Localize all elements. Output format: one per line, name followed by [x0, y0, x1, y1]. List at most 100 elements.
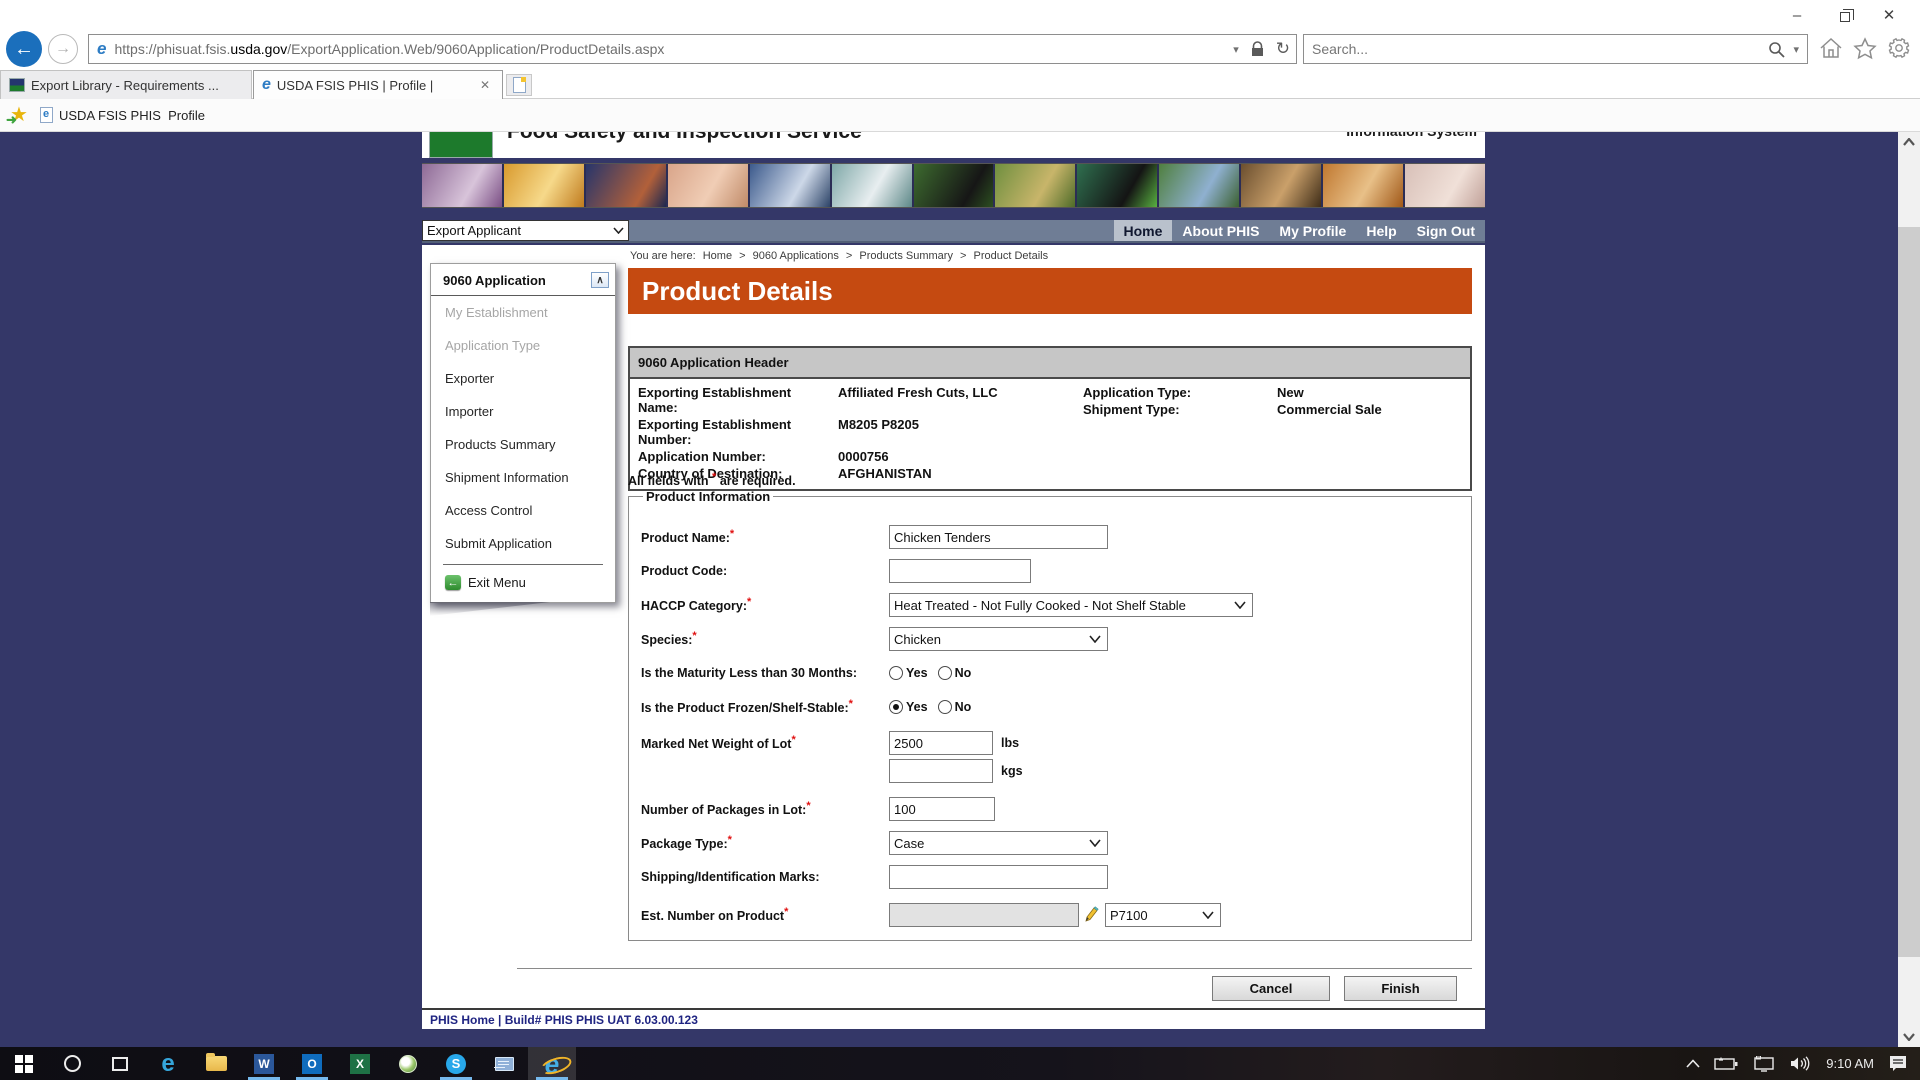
ie-favicon: e: [262, 76, 271, 94]
breadcrumb-9060-applications[interactable]: 9060 Applications: [753, 250, 839, 262]
edit-pencil-icon[interactable]: [1083, 906, 1099, 924]
usda-logo: [429, 132, 493, 158]
breadcrumb-current: Product Details: [974, 250, 1049, 262]
favorites-star-icon[interactable]: [1852, 36, 1878, 60]
product-information-fieldset: Product Information Product Name:* Produ…: [628, 489, 1472, 941]
close-button[interactable]: ✕: [1866, 2, 1912, 28]
photo-tile: [422, 164, 502, 207]
product-name-input[interactable]: [889, 525, 1108, 549]
chevron-down-icon: [1234, 601, 1246, 609]
network-icon[interactable]: [1752, 1056, 1776, 1072]
breadcrumb-home[interactable]: Home: [703, 250, 732, 262]
est-number-input: [889, 903, 1079, 927]
sidebar-item-importer[interactable]: Importer: [431, 395, 615, 428]
role-select[interactable]: Export Applicant: [422, 220, 629, 241]
package-type-row: Package Type:* Case: [641, 830, 1459, 856]
fieldset-legend: Product Information: [643, 489, 773, 504]
application-header-box: 9060 Application Header Exporting Establ…: [628, 346, 1472, 491]
tab-export-library[interactable]: Export Library - Requirements ...: [0, 70, 252, 99]
breadcrumb-products-summary[interactable]: Products Summary: [859, 250, 953, 262]
packages-row: Number of Packages in Lot:*: [641, 796, 1459, 822]
battery-icon[interactable]: [1714, 1057, 1738, 1071]
task-view-button[interactable]: [96, 1047, 144, 1080]
search-icon[interactable]: [1768, 41, 1785, 58]
volume-icon[interactable]: [1790, 1056, 1812, 1071]
clock[interactable]: 9:10 AM: [1826, 1056, 1874, 1071]
console-app-button[interactable]: [480, 1047, 528, 1080]
species-select[interactable]: Chicken: [889, 627, 1108, 651]
ie-page-icon: e: [97, 39, 106, 59]
home-icon[interactable]: [1818, 36, 1844, 60]
nav-item-about-phis[interactable]: About PHIS: [1172, 220, 1269, 241]
address-bar[interactable]: e https://phisuat.fsis.usda.gov/ExportAp…: [88, 34, 1297, 64]
url-dropdown-caret-icon[interactable]: ▾: [1233, 43, 1239, 56]
haccp-category-select[interactable]: Heat Treated - Not Fully Cooked - Not Sh…: [889, 593, 1253, 617]
maturity-no-radio[interactable]: [938, 666, 952, 680]
excel-button[interactable]: X: [336, 1047, 384, 1080]
packages-input[interactable]: [889, 797, 995, 821]
cortana-button[interactable]: [48, 1047, 96, 1080]
product-code-input[interactable]: [889, 559, 1031, 583]
nav-item-my-profile[interactable]: My Profile: [1269, 220, 1356, 241]
scroll-down-arrow[interactable]: [1898, 1027, 1920, 1047]
frozen-no-radio[interactable]: [938, 700, 952, 714]
scrollbar-thumb[interactable]: [1898, 227, 1920, 957]
form-divider: [517, 968, 1472, 969]
sidebar-item-shipment-information[interactable]: Shipment Information: [431, 461, 615, 494]
chevron-down-icon: [1202, 911, 1214, 919]
skype-button[interactable]: S: [432, 1047, 480, 1080]
back-button[interactable]: ←: [6, 31, 42, 67]
favorite-link[interactable]: USDA FSIS PHIS Profile: [59, 108, 205, 123]
outlook-button[interactable]: O: [288, 1047, 336, 1080]
product-code-label: Product Code:: [641, 564, 889, 578]
add-favorite-icon[interactable]: ★ ➜: [8, 104, 32, 126]
photo-tile: [914, 164, 994, 207]
net-weight-lbs-input[interactable]: [889, 731, 993, 755]
package-type-select[interactable]: Case: [889, 831, 1108, 855]
nav-item-help[interactable]: Help: [1356, 220, 1406, 241]
taskbar: e W O X S e 9:10 AM: [0, 1047, 1920, 1080]
page-viewport: Food Safety and Inspection Service Infor…: [0, 132, 1920, 1047]
sidebar-collapse-button[interactable]: ∧: [591, 272, 609, 288]
sidebar-item-access-control[interactable]: Access Control: [431, 494, 615, 527]
refresh-icon[interactable]: ↻: [1276, 39, 1290, 59]
shipping-marks-input[interactable]: [889, 865, 1108, 889]
photo-tile: [504, 164, 584, 207]
vertical-scrollbar[interactable]: [1898, 132, 1920, 1047]
nav-item-home[interactable]: Home: [1114, 220, 1173, 241]
tab-close-icon[interactable]: ✕: [476, 76, 494, 94]
action-center-icon[interactable]: [1888, 1055, 1908, 1073]
search-box[interactable]: ▾: [1303, 34, 1808, 64]
search-dropdown-caret-icon[interactable]: ▾: [1793, 43, 1799, 56]
scroll-up-arrow[interactable]: [1898, 132, 1920, 152]
nav-item-sign-out[interactable]: Sign Out: [1407, 220, 1485, 241]
sidebar-item-products-summary[interactable]: Products Summary: [431, 428, 615, 461]
minimize-button[interactable]: –: [1774, 2, 1820, 28]
sidebar-item-submit-application[interactable]: Submit Application: [431, 527, 615, 560]
settings-gear-icon[interactable]: [1886, 36, 1912, 60]
word-button[interactable]: W: [240, 1047, 288, 1080]
forward-button[interactable]: →: [48, 34, 78, 64]
sidebar-item-exporter[interactable]: Exporter: [431, 362, 615, 395]
tab-usda-fsis-phis[interactable]: e USDA FSIS PHIS | Profile | ✕: [253, 70, 503, 100]
frozen-row: Is the Product Frozen/Shelf-Stable:* Yes…: [641, 694, 1459, 720]
internet-explorer-button[interactable]: e: [528, 1047, 576, 1080]
est-number-select[interactable]: P7100: [1105, 903, 1221, 927]
new-tab-button[interactable]: [506, 74, 532, 96]
vpn-button[interactable]: [384, 1047, 432, 1080]
frozen-yes-radio[interactable]: [889, 700, 903, 714]
finish-button[interactable]: Finish: [1344, 976, 1457, 1001]
cancel-button[interactable]: Cancel: [1212, 976, 1330, 1001]
net-weight-kgs-input[interactable]: [889, 759, 993, 783]
start-button[interactable]: [0, 1047, 48, 1080]
windows-logo-icon: [15, 1055, 33, 1073]
file-explorer-button[interactable]: [192, 1047, 240, 1080]
edge-button[interactable]: e: [144, 1047, 192, 1080]
tray-expand-chevron-icon[interactable]: [1686, 1059, 1700, 1068]
sidebar-exit-menu[interactable]: ← Exit Menu: [431, 565, 615, 602]
restore-button[interactable]: [1820, 2, 1866, 28]
maturity-yes-radio[interactable]: [889, 666, 903, 680]
tab-bar: Export Library - Requirements ... e USDA…: [0, 68, 1920, 99]
search-input[interactable]: [1312, 41, 1768, 57]
sidebar-item-my-establishment: My Establishment: [431, 296, 615, 329]
